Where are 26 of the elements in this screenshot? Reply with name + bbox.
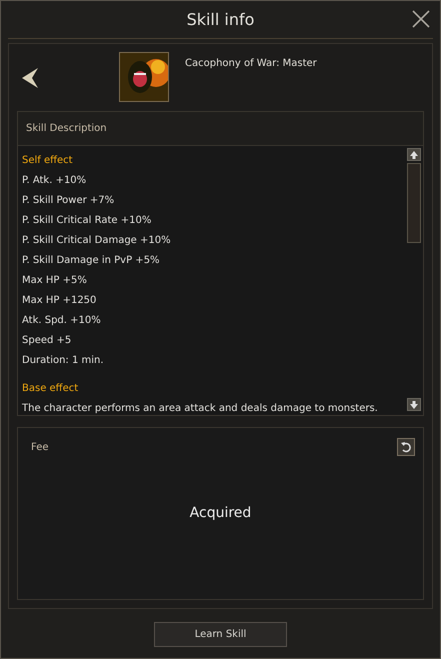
scroll-up-icon[interactable] — [407, 148, 421, 161]
effect-text: Duration: 1 min. — [22, 354, 105, 368]
effect-text: Max HP +5% — [22, 274, 88, 288]
refresh-icon[interactable] — [397, 438, 415, 456]
effect-heading: Base effect — [22, 382, 80, 396]
learn-skill-button[interactable]: Learn Skill — [154, 622, 287, 647]
section-title: Fee — [31, 442, 49, 452]
scroll-down-icon[interactable] — [407, 398, 421, 411]
effect-text: P. Skill Critical Rate +10% — [22, 214, 152, 228]
effect-text: P. Skill Damage in PvP +5% — [22, 254, 161, 268]
status-text: Acquired — [190, 504, 252, 520]
scrollbar-thumb[interactable] — [407, 163, 421, 243]
effect-text: P. Atk. +10% — [22, 174, 88, 188]
effect-text: P. Skill Critical Damage +10% — [22, 234, 172, 248]
back-arrow-icon[interactable] — [21, 66, 39, 88]
effect-text: Speed +5 — [22, 334, 72, 348]
effect-text: The character performs an area attack and deals damage to monsters. — [22, 402, 379, 416]
window-title: Skill info — [186, 10, 254, 29]
skill-icon — [119, 52, 169, 102]
effect-text: Atk. Spd. +10% — [22, 314, 102, 328]
close-icon[interactable] — [412, 10, 430, 28]
effect-heading: Self effect — [22, 154, 74, 168]
effect-text: Max HP +1250 — [22, 294, 98, 308]
effect-text: P. Skill Power +7% — [22, 194, 116, 208]
section-title: Skill Description — [26, 123, 107, 134]
skill-name: Cacophony of War: Master — [185, 58, 317, 69]
